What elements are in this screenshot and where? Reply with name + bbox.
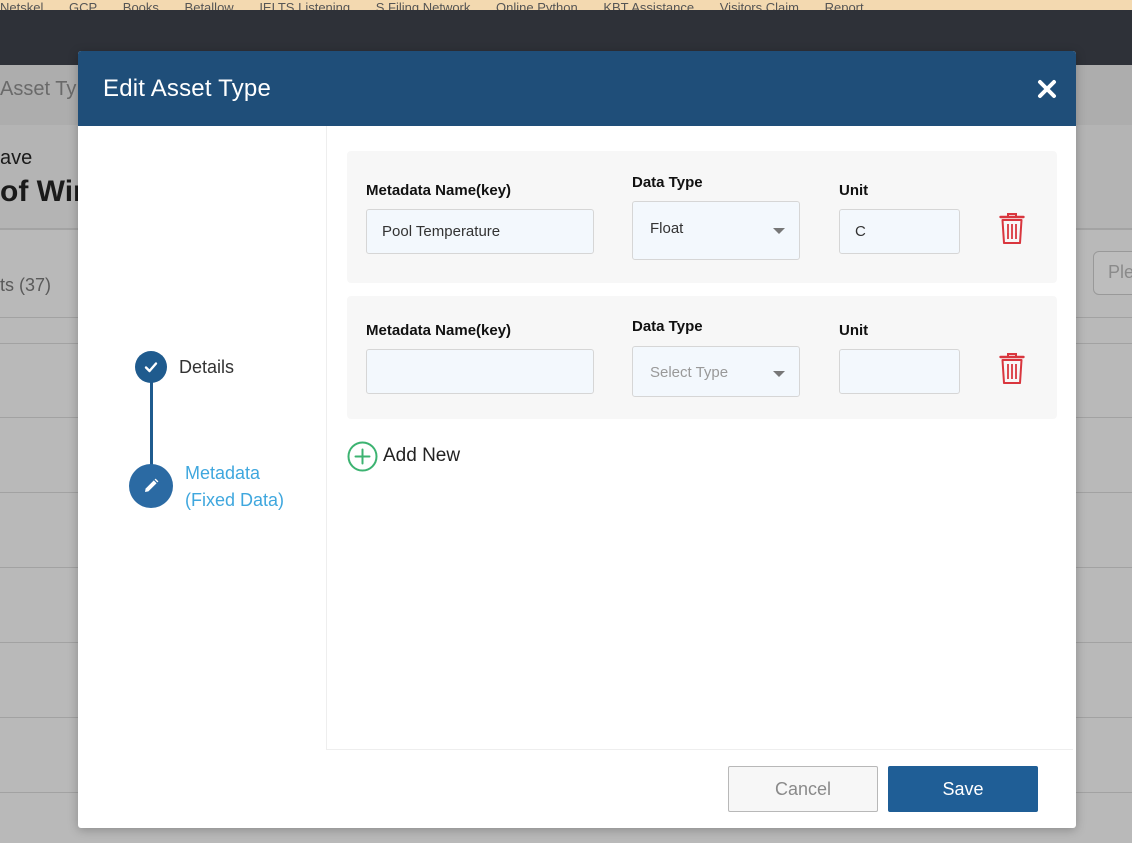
metadata-content: Metadata Name(key) Data Type Unit Float … — [326, 126, 1073, 750]
bookmark-item[interactable]: Online Python — [496, 0, 578, 10]
delete-row-button[interactable] — [999, 212, 1025, 245]
check-icon — [144, 362, 158, 373]
data-type-select[interactable]: Float — [632, 201, 800, 260]
metadata-row: Metadata Name(key) Data Type Unit Select… — [347, 296, 1057, 419]
unit-input[interactable] — [839, 209, 960, 254]
bookmark-item[interactable]: Report — [825, 0, 864, 10]
step-details-label[interactable]: Details — [179, 357, 234, 378]
step-metadata-label[interactable]: Metadata (Fixed Data) — [185, 460, 284, 514]
add-new-label: Add New — [383, 445, 461, 466]
add-new-button[interactable]: Add New — [347, 440, 460, 472]
trash-icon — [999, 353, 1025, 384]
close-icon — [1038, 80, 1056, 98]
metadata-name-input[interactable] — [366, 349, 594, 394]
bookmark-item[interactable]: Books — [123, 0, 159, 10]
close-button[interactable] — [1031, 73, 1063, 105]
bookmark-item[interactable]: IELTS Listening — [259, 0, 350, 10]
metadata-name-input[interactable] — [366, 209, 594, 254]
metadata-row: Metadata Name(key) Data Type Unit Float — [347, 151, 1057, 283]
step-details-indicator[interactable] — [135, 351, 167, 383]
bookmark-item[interactable]: Betallow — [185, 0, 234, 10]
data-type-label: Data Type — [632, 318, 703, 335]
delete-row-button[interactable] — [999, 352, 1025, 385]
metadata-name-label: Metadata Name(key) — [366, 322, 512, 339]
bookmark-item[interactable]: Netskel — [0, 0, 43, 10]
step-metadata-label-line1: Metadata — [185, 463, 261, 483]
unit-label: Unit — [839, 182, 869, 199]
caret-down-icon — [773, 228, 785, 234]
cancel-button[interactable]: Cancel — [728, 766, 878, 812]
data-type-selected-value: Float — [650, 220, 684, 237]
data-type-placeholder: Select Type — [650, 364, 729, 381]
bookmarks-bar: Netskel GCP Books Betallow IELTS Listeni… — [0, 0, 1132, 10]
background-count-label: ts (37) — [0, 275, 52, 295]
data-type-label: Data Type — [632, 174, 703, 191]
background-search-input: Ple — [1093, 251, 1132, 295]
trash-icon — [999, 213, 1025, 244]
metadata-name-label: Metadata Name(key) — [366, 182, 512, 199]
modal-header: Edit Asset Type — [78, 51, 1076, 126]
stepper: Details Metadata (Fixed Data) — [78, 126, 326, 750]
plus-circle-icon — [347, 441, 378, 471]
bookmark-item[interactable]: S Filing Network — [376, 0, 471, 10]
bookmark-item[interactable]: GCP — [69, 0, 97, 10]
save-button[interactable]: Save — [888, 766, 1038, 812]
modal-title: Edit Asset Type — [103, 75, 271, 102]
unit-label: Unit — [839, 322, 869, 339]
bookmark-item[interactable]: KBT Assistance — [603, 0, 694, 10]
background-tab-label: Asset Ty — [0, 78, 77, 100]
caret-down-icon — [773, 371, 785, 377]
edit-asset-type-modal: Edit Asset Type Details Metadata (Fixed … — [78, 51, 1076, 828]
step-metadata-label-line2: (Fixed Data) — [185, 490, 285, 510]
step-metadata-indicator[interactable] — [129, 464, 173, 508]
unit-input[interactable] — [839, 349, 960, 394]
bookmark-item[interactable]: Visitors Claim — [720, 0, 799, 10]
pencil-icon — [145, 478, 159, 492]
background-subtitle: ave — [0, 147, 33, 169]
data-type-select[interactable]: Select Type — [632, 346, 800, 397]
